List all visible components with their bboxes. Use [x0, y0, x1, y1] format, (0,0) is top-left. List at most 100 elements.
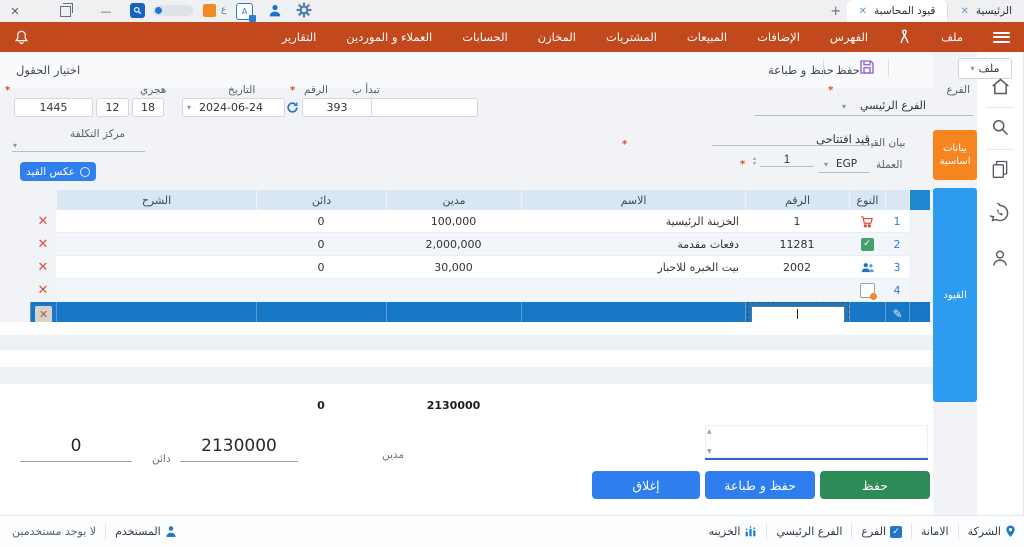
scroll-up-icon[interactable]: ▲ [707, 428, 712, 435]
language-badge[interactable]: ع [221, 5, 226, 15]
chevron-down-icon[interactable]: ▾ [824, 160, 828, 169]
menu-item-file[interactable]: ملف [941, 30, 963, 44]
credit-value[interactable] [256, 279, 386, 302]
account-name[interactable]: الخزينة الرئيسية [521, 210, 745, 233]
refresh-number-icon[interactable] [286, 101, 299, 114]
notes-field[interactable] [702, 425, 928, 461]
header-number[interactable]: الرقم [745, 190, 849, 210]
close-button[interactable]: إغلاق [592, 471, 700, 499]
hijri-year-input[interactable] [15, 99, 92, 116]
statusbar-branch[interactable]: ✓ الفرع [861, 525, 903, 538]
account-number[interactable] [745, 279, 849, 302]
statusbar-branch-name[interactable]: الفرع الرئيسي [776, 525, 842, 538]
chevron-down-icon[interactable]: ▾ [842, 102, 846, 111]
credit-value[interactable]: 0 [256, 210, 386, 233]
choose-fields-button[interactable]: اختيار الحقول [16, 63, 80, 77]
header-type[interactable]: النوع [849, 190, 885, 210]
save-floppy-icon[interactable] [858, 58, 876, 76]
whatsapp-icon[interactable] [990, 203, 1010, 223]
entry-note-input[interactable] [712, 133, 872, 146]
hijri-day-field[interactable] [132, 98, 164, 117]
currency-rate-input[interactable] [760, 154, 814, 167]
save-button[interactable]: حفظ [820, 471, 930, 499]
tab-entries[interactable]: القيود [933, 188, 977, 402]
date-field[interactable]: ▾ 2024-06-24 [182, 98, 285, 117]
window-restore-icon[interactable] [60, 2, 73, 17]
desc-value[interactable] [56, 279, 256, 302]
credit-value[interactable]: 0 [256, 256, 386, 279]
chevron-down-icon[interactable]: ▾ [187, 103, 191, 112]
titlebar-toggle[interactable] [153, 5, 193, 16]
menu-item-addons[interactable]: الإضافات [757, 30, 800, 44]
account-name[interactable] [521, 279, 745, 302]
menu-item-clients-suppliers[interactable]: العملاء و الموردين [346, 30, 432, 44]
close-tab-icon[interactable]: ✕ [859, 6, 867, 17]
statusbar-company[interactable]: الشركة [968, 525, 1016, 538]
scroll-down-icon[interactable]: ▼ [707, 448, 712, 455]
menu-item-sales[interactable]: المبيعات [687, 30, 727, 44]
statusbar-user[interactable]: المستخدم [115, 525, 177, 538]
currency-value[interactable]: EGP [836, 158, 857, 170]
hijri-day-input[interactable] [133, 99, 163, 116]
titlebar-search-button[interactable] [130, 3, 145, 18]
delete-row-icon[interactable]: ✕ [39, 308, 48, 321]
user-account-icon[interactable] [268, 3, 282, 18]
table-row[interactable]: 4 ✕ [30, 279, 930, 302]
account-name[interactable]: دفعات مقدمة [521, 233, 745, 256]
delete-row-icon[interactable]: ✕ [38, 283, 49, 298]
caret-down-icon[interactable]: ▾ [13, 141, 17, 150]
header-name[interactable]: الاسم [521, 190, 745, 210]
account-number[interactable]: 11281 [745, 233, 849, 256]
documents-copy-icon[interactable] [990, 159, 1010, 179]
desc-value[interactable] [56, 233, 256, 256]
account-number[interactable]: 1 [745, 210, 849, 233]
delete-row-icon[interactable]: ✕ [38, 260, 49, 275]
delete-row-icon[interactable]: ✕ [38, 214, 49, 229]
header-credit[interactable]: دائن [256, 190, 386, 210]
entry-number-input[interactable] [303, 99, 371, 116]
credit-value[interactable]: 0 [256, 233, 386, 256]
window-close-icon[interactable]: ✕ [0, 5, 30, 18]
translate-icon[interactable]: A [236, 3, 256, 22]
new-tab-button[interactable]: + [825, 0, 847, 22]
header-desc[interactable]: الشرح [56, 190, 256, 210]
menu-item-purchases[interactable]: المشتريات [606, 30, 657, 44]
menu-item-reports[interactable]: التقارير [282, 30, 317, 44]
desc-value[interactable] [56, 210, 256, 233]
menu-item-accounts[interactable]: الحسابات [462, 30, 507, 44]
notes-textarea[interactable] [702, 426, 927, 461]
entry-number-field[interactable] [302, 98, 372, 117]
account-number[interactable]: 2002 [745, 256, 849, 279]
orange-app-icon[interactable] [203, 4, 216, 17]
debit-value[interactable]: 2,000,000 [386, 233, 521, 256]
notifications-bell-icon[interactable] [14, 29, 29, 46]
reverse-entry-button[interactable]: عكس القيد [20, 162, 96, 181]
header-debit[interactable]: مدين [386, 190, 521, 210]
menu-item-warehouses[interactable]: المخازن [538, 30, 576, 44]
search-icon[interactable] [990, 117, 1010, 137]
debit-value[interactable]: 100,000 [386, 210, 521, 233]
hijri-year-field[interactable] [14, 98, 93, 117]
account-number-input[interactable] [746, 302, 849, 326]
tab-accounting-entries[interactable]: ✕ قيود المحاسبة [846, 0, 948, 22]
table-row[interactable]: 2 ✓ 11281 دفعات مقدمة 2,000,000 0 ✕ [30, 233, 930, 256]
delete-row-icon[interactable]: ✕ [38, 237, 49, 252]
hijri-month-field[interactable] [96, 98, 129, 117]
hamburger-menu-icon[interactable] [993, 31, 1010, 43]
table-row[interactable]: 1 1 الخزينة الرئيسية 100,000 0 ✕ [30, 210, 930, 233]
rate-spinner[interactable]: ▴ ▾ [753, 156, 756, 167]
statusbar-company-name[interactable]: الامانة [921, 525, 949, 538]
save-toolbar-button[interactable]: حفظ [836, 63, 860, 77]
window-minimize-icon[interactable]: — [91, 5, 121, 18]
table-row[interactable]: 3 2002 بيت الخبره للاحبار 30,000 0 ✕ [30, 256, 930, 279]
debit-value[interactable] [386, 279, 521, 302]
desc-value[interactable] [56, 256, 256, 279]
home-icon[interactable] [990, 76, 1011, 97]
starts-with-dropdown[interactable]: ▾ [358, 98, 478, 117]
branch-value[interactable]: الفرع الرئيسي [860, 99, 970, 112]
tab-basic-data[interactable]: بيانات اساسية [933, 130, 977, 180]
hijri-month-input[interactable] [97, 99, 128, 116]
close-tab-icon[interactable]: ✕ [960, 6, 968, 17]
statusbar-treasury[interactable]: الخزينه [709, 525, 758, 538]
settings-gear-icon[interactable] [296, 2, 312, 18]
